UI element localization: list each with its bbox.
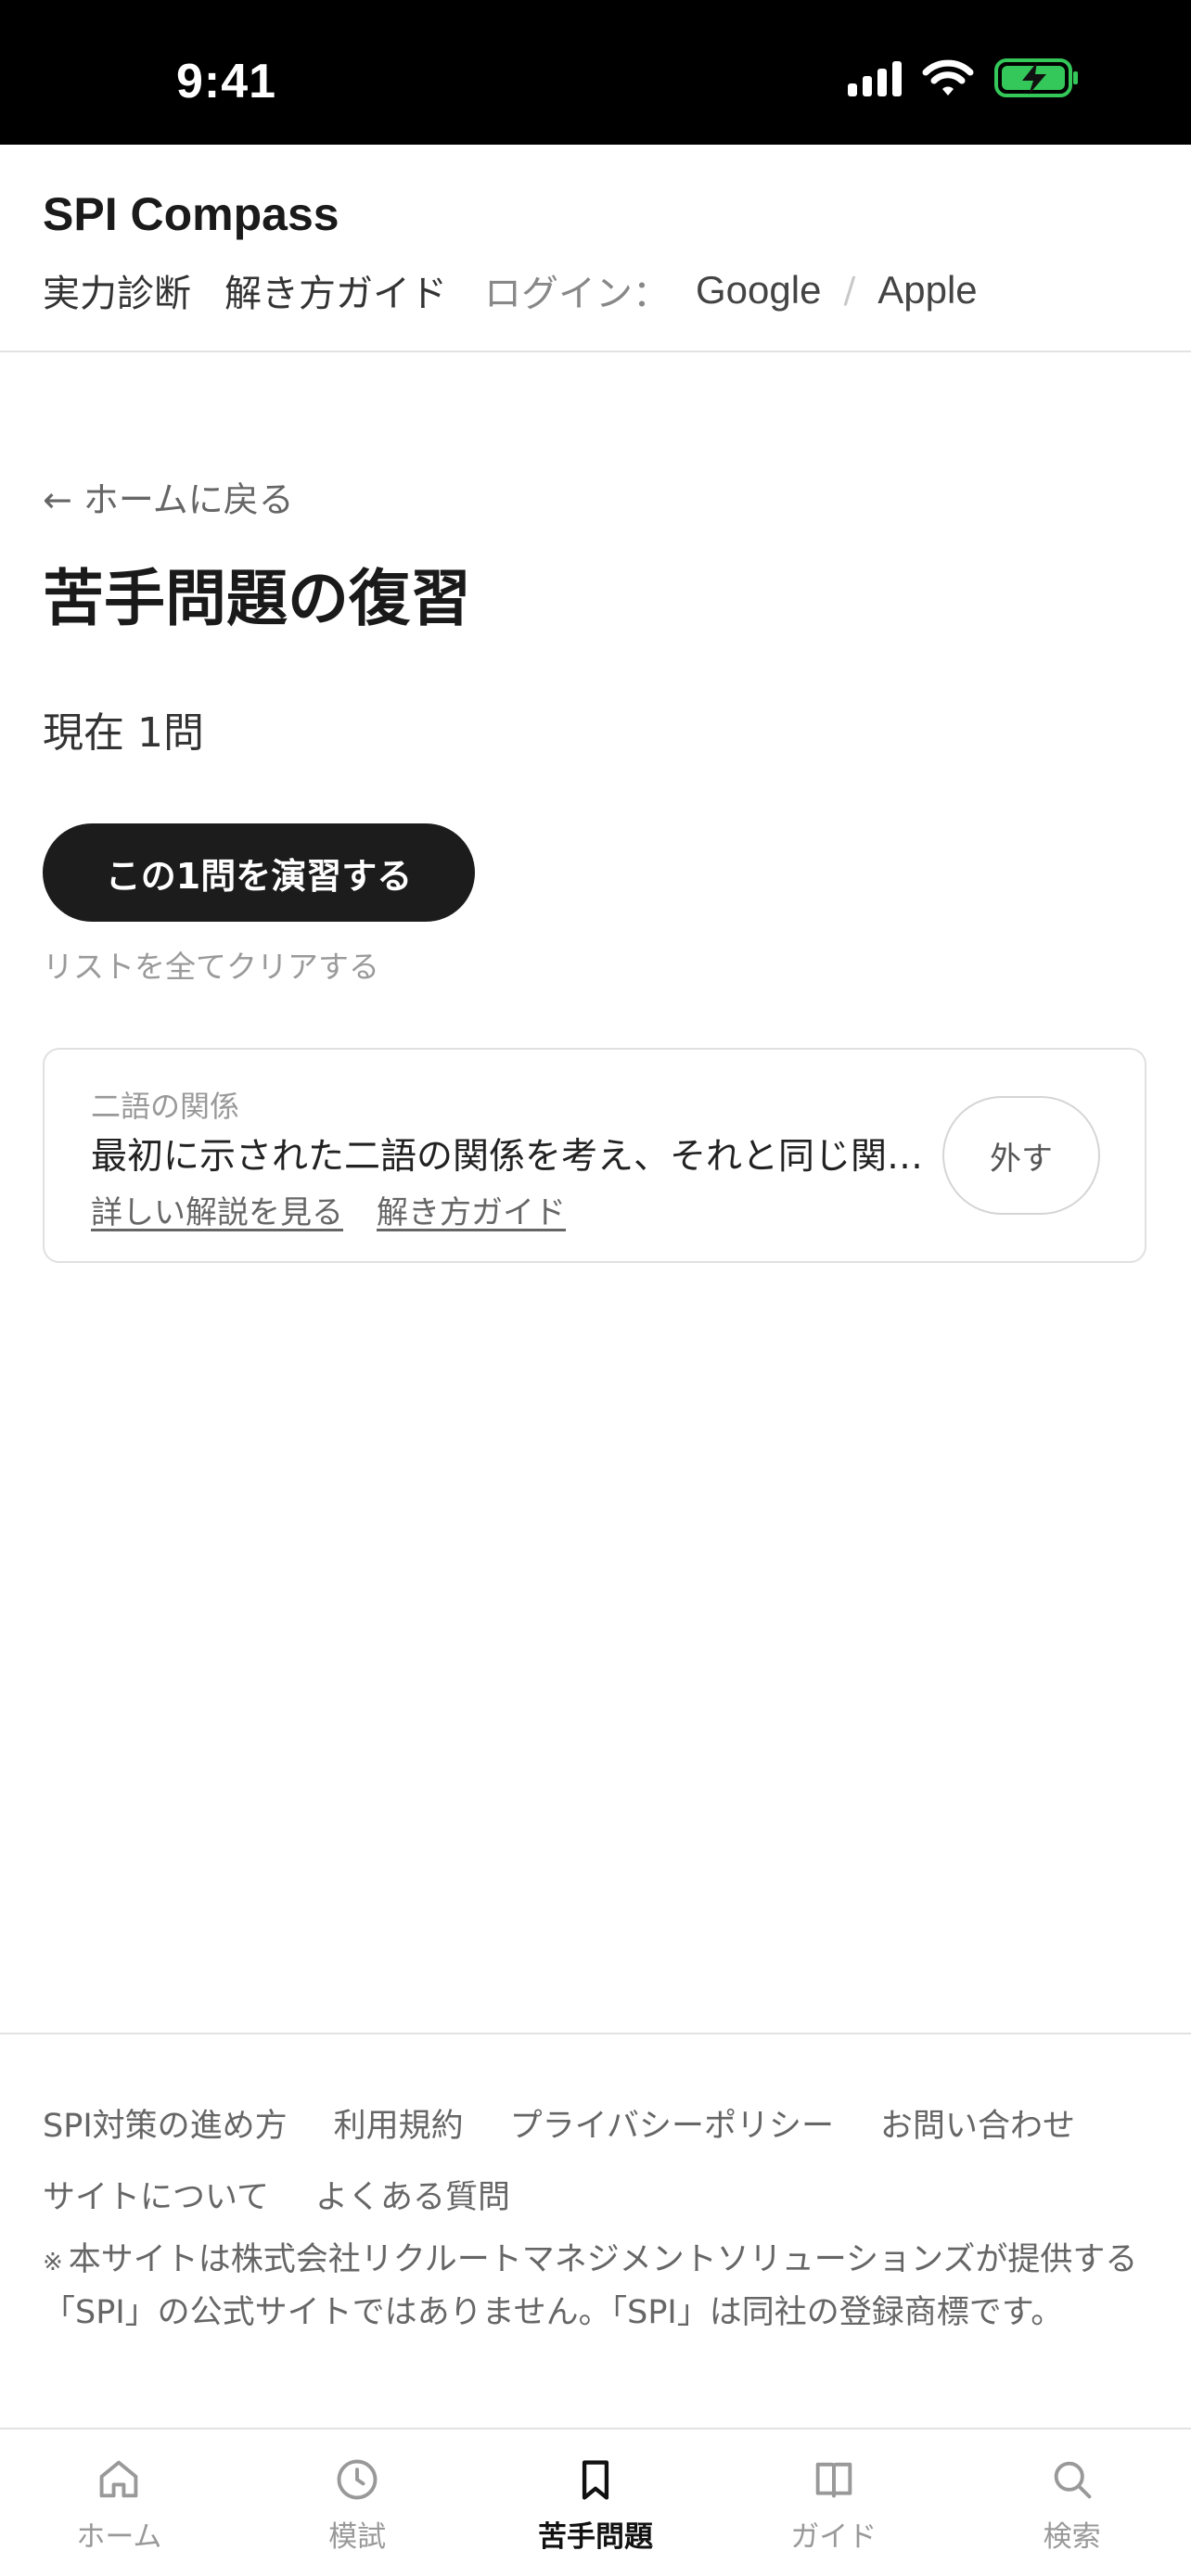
footer-link-about[interactable]: サイトについて bbox=[43, 2171, 269, 2218]
question-links: 詳しい解説を見る 解き方ガイド bbox=[91, 1187, 566, 1232]
tab-home[interactable]: ホーム bbox=[0, 2429, 238, 2576]
cellular-signal-icon bbox=[848, 59, 902, 96]
question-count: 現在 1問 bbox=[43, 709, 204, 757]
header-nav: 実力診断 解き方ガイド ログイン： Google / Apple bbox=[43, 263, 978, 317]
site-header: SPI Compass 実力診断 解き方ガイド ログイン： Google / A… bbox=[0, 145, 1191, 352]
footer-link-privacy[interactable]: プライバシーポリシー bbox=[510, 2099, 834, 2147]
clock-icon bbox=[337, 2459, 378, 2500]
site-footer: SPI対策の進め方 利用規約 プライバシーポリシー お問い合わせ サイトについて… bbox=[0, 2033, 1191, 2428]
nav-diagnosis[interactable]: 実力診断 bbox=[43, 263, 191, 317]
footer-link-faq[interactable]: よくある質問 bbox=[315, 2171, 510, 2218]
nav-guide[interactable]: 解き方ガイド bbox=[224, 263, 447, 317]
question-text[interactable]: 最初に示された二語の関係を考え、それと同じ関係のものを選びなさい bbox=[91, 1128, 926, 1180]
login-label: ログイン： bbox=[484, 273, 670, 315]
tab-label: ガイド bbox=[790, 2520, 877, 2554]
book-icon bbox=[815, 2462, 852, 2498]
search-icon bbox=[1054, 2461, 1091, 2499]
weak-question-card: 二語の関係 最初に示された二語の関係を考え、それと同じ関係のものを選びなさい 詳… bbox=[43, 1048, 1146, 1263]
page-title: 苦手問題の復習 bbox=[43, 563, 471, 634]
footer-link-terms[interactable]: 利用規約 bbox=[334, 2099, 464, 2147]
disclaimer-text: 本サイトは株式会社リクルートマネジメントソリューションズが提供する「SPI」の公… bbox=[43, 2241, 1138, 2331]
practice-button[interactable]: この1問を演習する bbox=[43, 823, 475, 922]
question-category: 二語の関係 bbox=[91, 1089, 240, 1124]
tab-label: 苦手問題 bbox=[537, 2520, 653, 2554]
status-icons bbox=[848, 57, 1080, 98]
login-separator: / bbox=[843, 270, 856, 311]
tab-mock-exam[interactable]: 模試 bbox=[238, 2429, 477, 2576]
disclaimer-mark: ※ bbox=[43, 2249, 63, 2276]
home-icon bbox=[100, 2460, 138, 2498]
tab-label: 検索 bbox=[1043, 2520, 1101, 2554]
disclaimer: ※ 本サイトは株式会社リクルートマネジメントソリューションズが提供する「SPI」の… bbox=[43, 2235, 1156, 2338]
login-google-link[interactable]: Google bbox=[696, 268, 821, 312]
tab-label: ホーム bbox=[76, 2520, 162, 2554]
remove-button[interactable]: 外す bbox=[942, 1096, 1100, 1215]
footer-links: SPI対策の進め方 利用規約 プライバシーポリシー お問い合わせ サイトについて… bbox=[43, 2099, 1156, 2218]
back-to-home-link[interactable]: ← ホームに戻る bbox=[43, 471, 294, 522]
login-apple-link[interactable]: Apple bbox=[877, 268, 977, 312]
tab-label: 模試 bbox=[328, 2520, 387, 2554]
brand-logo[interactable]: SPI Compass bbox=[43, 187, 339, 241]
tab-weak-questions[interactable]: 苦手問題 bbox=[477, 2429, 715, 2576]
footer-link-contact[interactable]: お問い合わせ bbox=[880, 2099, 1075, 2147]
status-time: 9:41 bbox=[176, 55, 277, 108]
explanation-link[interactable]: 詳しい解説を見る bbox=[91, 1187, 343, 1232]
battery-charging-icon bbox=[994, 58, 1078, 97]
tab-guide[interactable]: ガイド bbox=[714, 2429, 953, 2576]
footer-link-howto[interactable]: SPI対策の進め方 bbox=[43, 2099, 288, 2147]
guide-link[interactable]: 解き方ガイド bbox=[377, 1187, 566, 1232]
page: 9:41 SPI Compass 実力診断 解き方ガイド ログイン： Googl… bbox=[0, 0, 1191, 2576]
tab-search[interactable]: 検索 bbox=[953, 2429, 1191, 2576]
bookmark-icon bbox=[582, 2460, 609, 2500]
bottom-tab-bar: ホーム 模試 苦手問題 ガイド 検索 bbox=[0, 2428, 1191, 2576]
clear-list-link[interactable]: リストを全てクリアする bbox=[43, 942, 379, 987]
wifi-icon bbox=[922, 59, 974, 96]
status-bar: 9:41 bbox=[0, 0, 1191, 145]
